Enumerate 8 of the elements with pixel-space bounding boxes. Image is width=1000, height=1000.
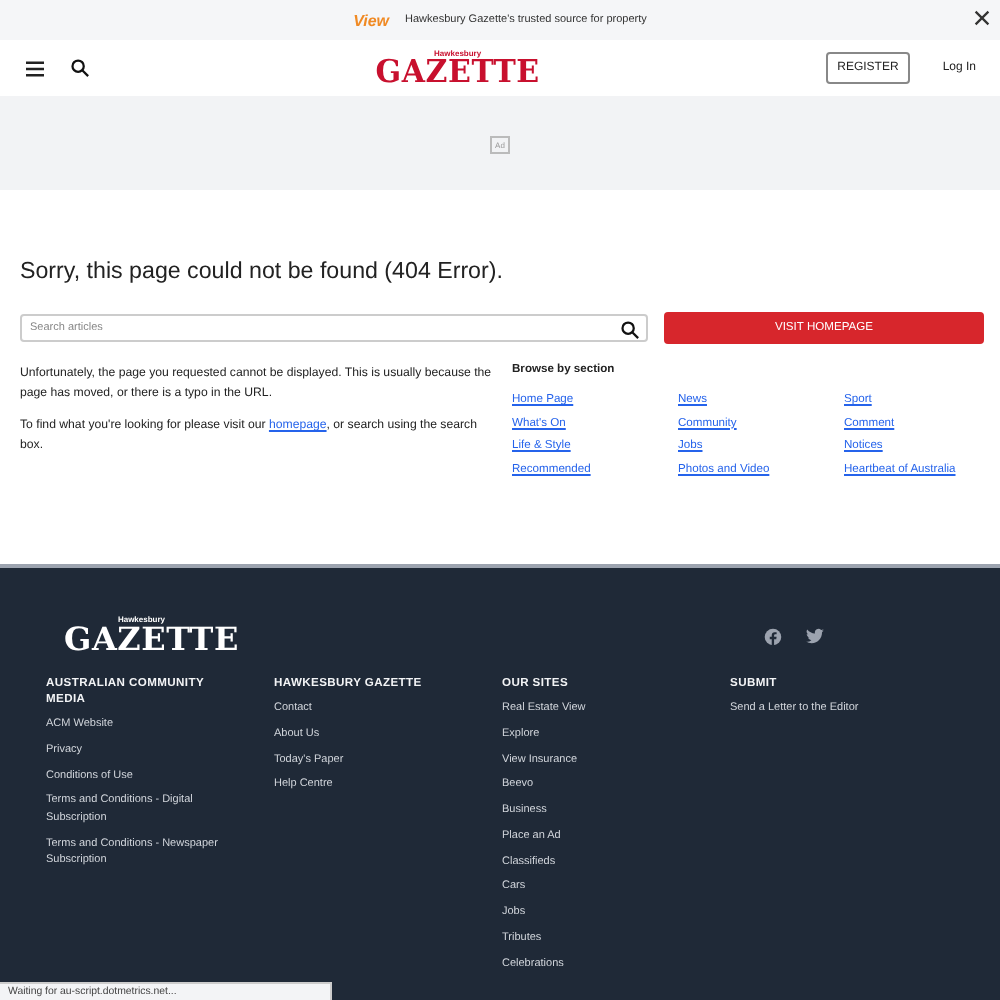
error-title: Sorry, this page could not be found (404 Error). — [20, 258, 505, 284]
facebook-icon[interactable] — [764, 627, 782, 645]
search-icon[interactable] — [620, 320, 640, 340]
close-icon[interactable] — [974, 10, 990, 26]
bird-icon[interactable] — [806, 627, 824, 645]
search-icon[interactable] — [70, 58, 90, 78]
menu-icon[interactable] — [24, 59, 46, 77]
view-logo: View — [353, 11, 390, 29]
